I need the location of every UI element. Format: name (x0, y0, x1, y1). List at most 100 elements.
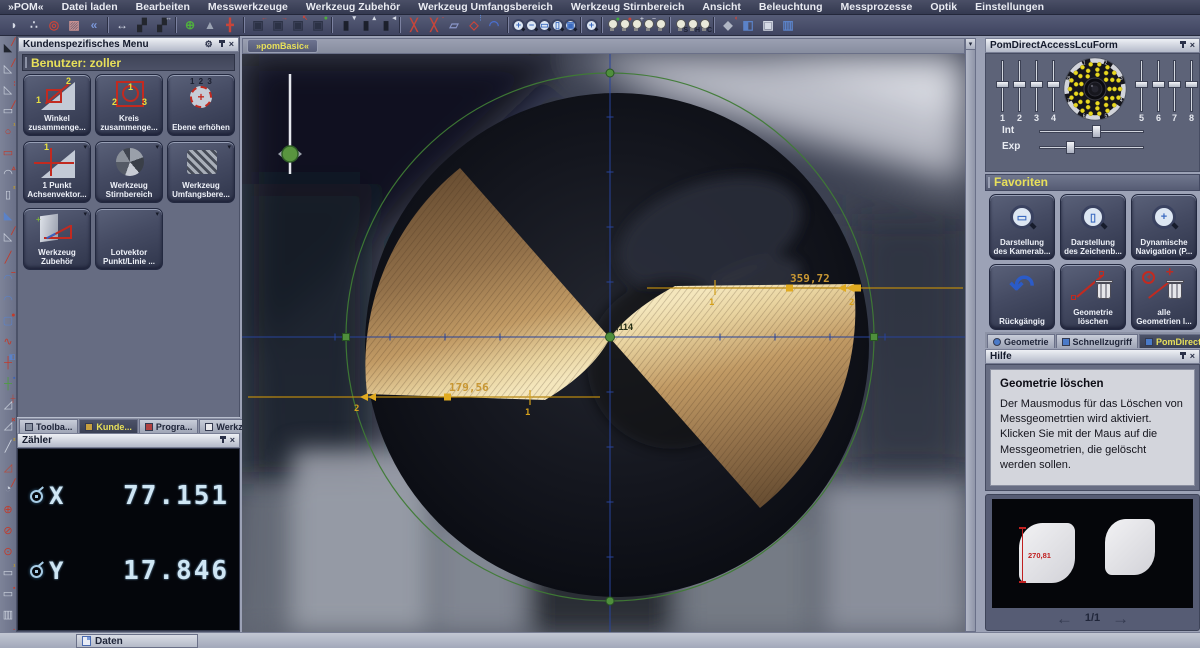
menu-button-zubehoer[interactable]: +▾WerkzeugZubehör (23, 208, 91, 270)
close-icon[interactable]: × (1190, 352, 1195, 361)
favorite-button-mag-drawing[interactable]: ▯Darstellungdes Zeichenb... (1060, 194, 1126, 260)
tab-pomdirecta-[interactable]: PomDirectA... (1139, 334, 1200, 348)
dropdown-arrow-icon[interactable]: ▾ (227, 143, 231, 151)
menu-item-datei-laden[interactable]: Datei laden (62, 1, 118, 13)
lamp-plus-icon[interactable]: + (630, 18, 642, 32)
light-channel-slider-7[interactable] (1168, 60, 1181, 112)
exposure-slider-thumb[interactable] (1066, 141, 1075, 154)
span-measure-icon[interactable]: ↔ (112, 16, 132, 34)
angle-points-icon[interactable]: ◺∶ (1, 80, 16, 101)
tool-silhouette-left-icon[interactable]: ▮◂ (376, 16, 396, 34)
pin-icon[interactable] (218, 40, 225, 49)
favorite-button-mag-navigation[interactable]: +DynamischeNavigation (P... (1131, 194, 1197, 260)
menu-item-messwerkzeuge[interactable]: Messwerkzeuge (208, 1, 288, 13)
tool-silhouette-down-icon[interactable]: ▮▾ (336, 16, 356, 34)
copy-window-icon[interactable]: ▣ (758, 16, 778, 34)
select-tool-icon[interactable]: ◗ (4, 16, 24, 34)
lamp-s-icon[interactable]: S (674, 18, 686, 32)
circle-cross-icon[interactable]: ⊕ (1, 500, 16, 521)
light-channel-slider-1[interactable] (996, 60, 1009, 112)
rect-measure-icon[interactable]: ▭╱ (1, 101, 16, 122)
slider-thumb[interactable] (1013, 81, 1026, 88)
next-page-icon[interactable]: → (1112, 610, 1129, 627)
menu-item-bearbeiten[interactable]: Bearbeiten (136, 1, 190, 13)
slider-thumb[interactable] (1135, 81, 1148, 88)
chevron-probe-icon[interactable]: « (84, 16, 104, 34)
ellipse-measure-icon[interactable]: ○¹ (1, 122, 16, 143)
slider-thumb[interactable] (996, 81, 1009, 88)
delete-point-icon[interactable]: ╳ (404, 16, 424, 34)
menu-item-messprozesse[interactable]: Messprozesse (841, 1, 913, 13)
light-channel-slider-5[interactable] (1135, 60, 1148, 112)
dropdown-arrow-icon[interactable]: ▾ (83, 143, 87, 151)
polyline-tool-icon[interactable]: ◇⋮ (464, 16, 484, 34)
light-channel-slider-6[interactable] (1152, 60, 1165, 112)
light-channel-slider-3[interactable] (1030, 60, 1043, 112)
lamp-on-icon[interactable]: ● (606, 18, 618, 32)
tool-silhouette-up-icon[interactable]: ▮▴ (356, 16, 376, 34)
dropdown-arrow-icon[interactable]: ▾ (83, 210, 87, 218)
menu-button-ebene[interactable]: 1 2 3+Ebene erhöhen (167, 74, 235, 136)
center-target-icon[interactable]: ⊕ (180, 16, 200, 34)
status-tab-daten[interactable]: Daten (76, 634, 198, 648)
window-left-icon[interactable]: ▣← (248, 16, 268, 34)
tool-profile-thumbnail[interactable] (1105, 519, 1155, 575)
exposure-slider[interactable] (1039, 146, 1144, 149)
menu-item-werkzeug-stirnbereich[interactable]: Werkzeug Stirnbereich (571, 1, 685, 13)
camera-scrollbar[interactable]: ▾ (965, 38, 976, 632)
slider-thumb[interactable] (1168, 81, 1181, 88)
favorite-button-mag-camera[interactable]: ▭Darstellungdes Kamerab... (989, 194, 1055, 260)
camera-view[interactable]: 1 2 359,72 2 179,56 1 ,114 (242, 54, 965, 632)
axis-counter-icon[interactable] (30, 565, 43, 578)
diamond-gauge-icon[interactable]: ◆◖ (718, 16, 738, 34)
menu-button-lot[interactable]: ▾LotvektorPunkt/Linie ... (95, 208, 163, 270)
zoom-cross-icon[interactable]: + (585, 19, 598, 32)
tri-axis2-icon[interactable]: ◿× (1, 416, 16, 437)
menu-button-winkel[interactable]: 12Winkelzusammenge... (23, 74, 91, 136)
favorite-button-delete-all-geometries[interactable]: +✛alleGeometrien l... (1131, 264, 1197, 330)
close-icon[interactable]: × (1190, 41, 1195, 50)
rect-pair-icon[interactable]: ▭¹ (1, 563, 16, 584)
menu-item-werkzeug-zubeh-r[interactable]: Werkzeug Zubehör (306, 1, 400, 13)
tab-schnellzugriff[interactable]: Schnellzugriff (1056, 334, 1139, 348)
polygon-tool-icon[interactable]: ▱ (444, 16, 464, 34)
menu-item-optik[interactable]: Optik (930, 1, 957, 13)
led-ring-light[interactable]: 12345678 (1062, 56, 1128, 122)
slider-thumb[interactable] (1152, 81, 1165, 88)
line-slope-icon[interactable]: ◺╱ (1, 227, 16, 248)
arc-blue-icon[interactable]: ◠╌ (1, 269, 16, 290)
plane-cross-icon[interactable]: ╋ (220, 16, 240, 34)
prev-page-icon[interactable]: ← (1056, 610, 1073, 627)
cap-measure-icon[interactable]: ◠▵ (1, 164, 16, 185)
point-probe-icon[interactable]: ∴ (24, 16, 44, 34)
curve-red-icon[interactable]: ∿ (1, 332, 16, 353)
axis-cross-icon[interactable]: ┼◧ (1, 353, 16, 374)
close-icon[interactable]: × (229, 40, 234, 49)
zoom-in-icon[interactable]: + (512, 19, 525, 32)
menu-button-kreis[interactable]: 123Kreiszusammenge... (95, 74, 163, 136)
lamp-off-icon[interactable]: ● (618, 18, 630, 32)
arc-tool-icon[interactable]: ◠ (484, 16, 504, 34)
window-corner-icon[interactable]: ▣↖ (288, 16, 308, 34)
tab-kunde-[interactable]: Kunde... (79, 419, 138, 433)
tab-progra-[interactable]: Progra... (139, 419, 199, 433)
tri-axis-icon[interactable]: ◿┼ (1, 395, 16, 416)
delete-points-icon[interactable]: ╳∙ (424, 16, 444, 34)
slot-measure-icon[interactable]: ▯² (1, 185, 16, 206)
ruler-diagonal2-icon[interactable]: ▞↔ (152, 16, 172, 34)
menu-item-einstellungen[interactable]: Einstellungen (975, 1, 1044, 13)
lamp-h-icon[interactable]: H (686, 18, 698, 32)
menu-item-werkzeug-umfangsbereich[interactable]: Werkzeug Umfangsbereich (418, 1, 553, 13)
prism-view-icon[interactable]: ◧ (738, 16, 758, 34)
favorite-button-delete-geometry[interactable]: Geometrielöschen (1060, 264, 1126, 330)
menu-button-punkt1[interactable]: 1▾1 PunktAchsenvektor... (23, 141, 91, 203)
angle-measure-icon[interactable]: ◺╱ (1, 59, 16, 80)
pin-icon[interactable] (219, 436, 226, 445)
tab-geometrie[interactable]: Geometrie (987, 334, 1055, 348)
circle-slash-icon[interactable]: ⊘ (1, 521, 16, 542)
marker-tool-icon[interactable]: ◣╱ (1, 38, 16, 59)
gear-icon[interactable]: ⚙ (205, 40, 213, 49)
dropdown-arrow-icon[interactable]: ▾ (155, 143, 159, 151)
slider-thumb[interactable] (1030, 81, 1043, 88)
chevron-down-icon[interactable]: ▾ (966, 39, 975, 50)
